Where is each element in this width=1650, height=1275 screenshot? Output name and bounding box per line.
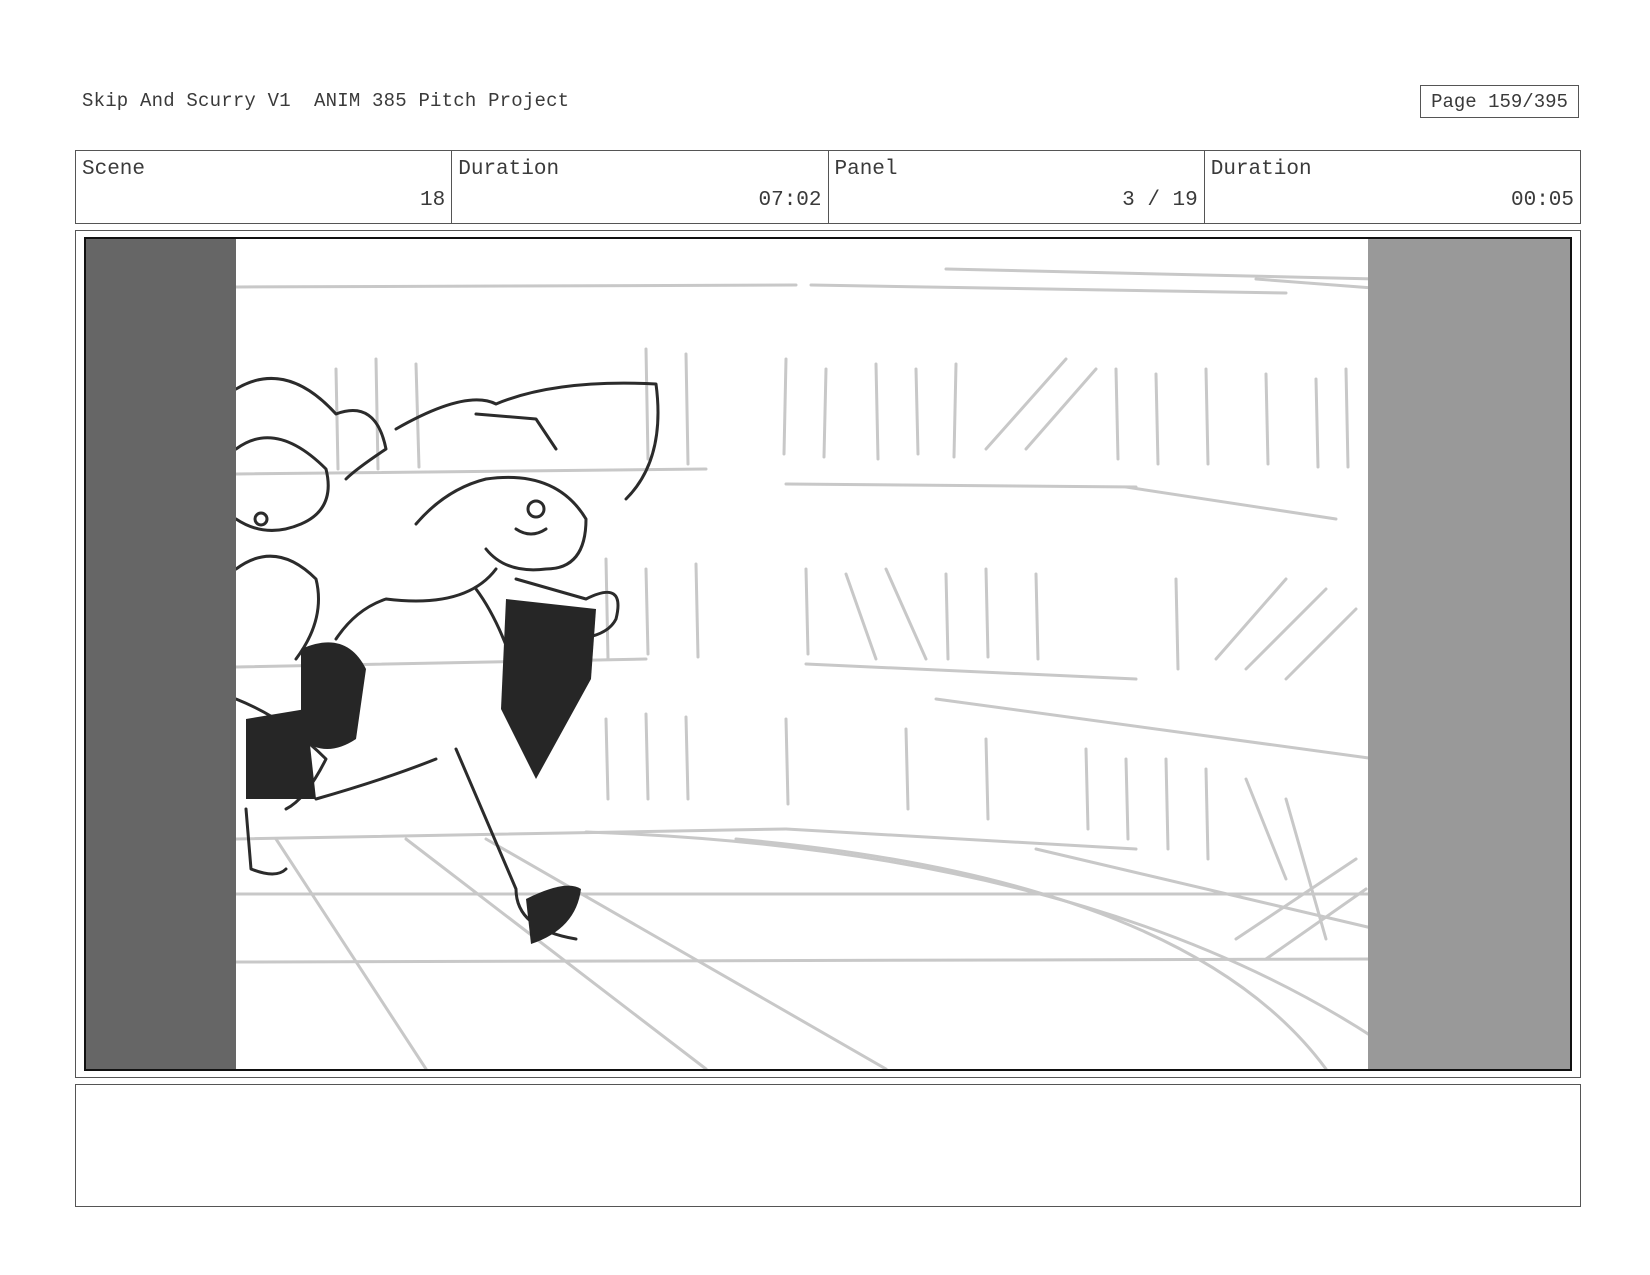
scene-value: 18 [420, 189, 446, 212]
scene-label: Scene [82, 158, 146, 181]
page-indicator: Page 159/395 [1420, 85, 1579, 118]
bookshelf-books [334, 347, 1368, 961]
panel-cell: Panel 3 / 19 [829, 151, 1205, 223]
scene-duration-value: 07:02 [758, 189, 822, 212]
background-sketch [234, 267, 1388, 1069]
panel-label: Panel [834, 158, 898, 181]
scene-duration-cell: Duration 07:02 [452, 151, 829, 223]
scene-duration-label: Duration [458, 158, 560, 181]
storyboard-panel-image [84, 237, 1572, 1071]
letterbox-left [86, 239, 236, 1069]
panel-notes-box [75, 1084, 1581, 1207]
panel-duration-cell: Duration 00:05 [1205, 151, 1580, 223]
panel-value: 3 / 19 [1122, 189, 1198, 212]
document-title: Skip And Scurry V1 ANIM 385 Pitch Projec… [82, 90, 570, 112]
panel-info-row: Scene 18 Duration 07:02 Panel 3 / 19 Dur… [75, 150, 1581, 224]
characters-ink-fill [246, 599, 596, 944]
scene-cell: Scene 18 [76, 151, 453, 223]
letterbox-right [1368, 239, 1570, 1069]
panel-duration-value: 00:05 [1510, 189, 1574, 212]
panel-duration-label: Duration [1210, 158, 1312, 181]
sketch-drawing [86, 239, 1570, 1069]
